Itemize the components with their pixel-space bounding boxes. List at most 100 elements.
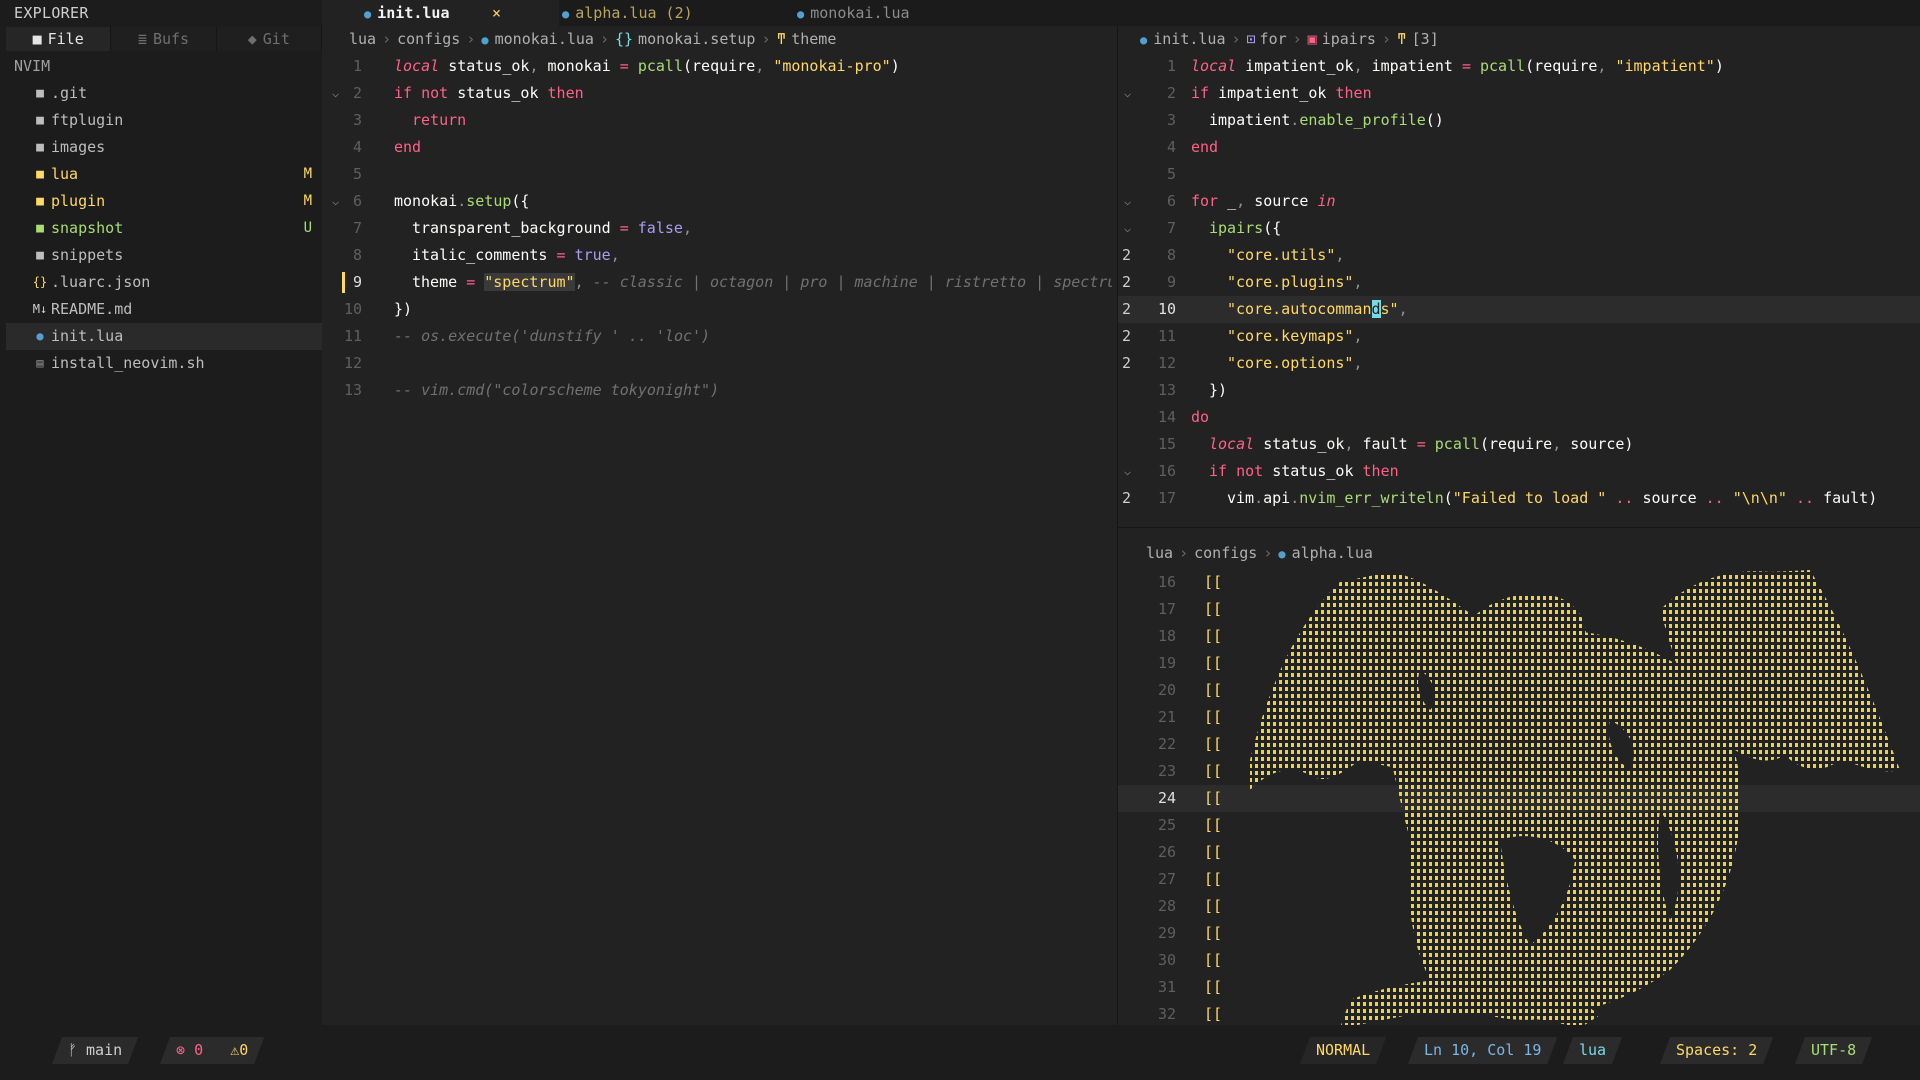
crumb[interactable]: monokai.setup bbox=[638, 30, 755, 48]
crumb[interactable]: monokai.lua bbox=[495, 30, 594, 48]
git-icon: ◆ bbox=[247, 30, 257, 48]
fold-icon[interactable]: ⌵ bbox=[1124, 215, 1131, 242]
line-number: 17 bbox=[1157, 600, 1176, 618]
crumb[interactable]: lua bbox=[349, 30, 376, 48]
code-line: 2 8 "core.utils", bbox=[1122, 246, 1345, 264]
file-explorer: EXPLORER ■ File ≣ Bufs ◆ Git NVIM ■ .git ■… bbox=[0, 0, 322, 1025]
horizontal-split[interactable] bbox=[1118, 527, 1920, 528]
folder-icon: ■ bbox=[36, 221, 44, 236]
code-line-current: 9 theme = "spectrum", -- classic | octago… bbox=[322, 269, 1117, 296]
code-line: 7 transparent_background = false, bbox=[352, 219, 692, 237]
line-text: [[ bbox=[1204, 843, 1223, 861]
line-number: 21 bbox=[1157, 708, 1176, 726]
crumb[interactable]: lua bbox=[1146, 544, 1173, 562]
tab-file[interactable]: ■ File bbox=[6, 27, 112, 51]
tab-label: init.lua bbox=[377, 4, 450, 22]
language-mode[interactable]: lua bbox=[1563, 1037, 1622, 1064]
tab-label: alpha.lua (2) bbox=[575, 4, 693, 22]
string-icon: ͳ bbox=[776, 30, 787, 48]
cursor: d bbox=[1371, 300, 1381, 318]
line-text: [[ bbox=[1204, 870, 1223, 888]
fold-icon[interactable]: ⌵ bbox=[1124, 188, 1131, 215]
code-line: 15 local status_ok, fault = pcall(require… bbox=[1157, 435, 1634, 453]
tab-git-label: Git bbox=[262, 30, 290, 48]
indentation[interactable]: Spaces: 2 bbox=[1660, 1037, 1773, 1064]
close-icon[interactable]: × bbox=[492, 0, 501, 26]
folder-icon: ■ bbox=[36, 86, 44, 101]
line-number: 19 bbox=[1157, 654, 1176, 672]
tab-monokai-lua[interactable]: ● monokai.lua bbox=[797, 0, 910, 26]
lua-icon: ● bbox=[364, 7, 372, 21]
tree-item[interactable]: ● init.lua bbox=[6, 323, 322, 350]
tab-alpha-lua[interactable]: ● alpha.lua (2) bbox=[562, 0, 693, 26]
code-line: 10}) bbox=[343, 300, 413, 318]
line-text: [[ bbox=[1204, 789, 1223, 807]
code-line: 5 bbox=[352, 165, 362, 183]
tree-item-label: snippets bbox=[51, 246, 124, 264]
fold-icon[interactable]: ⌵ bbox=[1124, 458, 1131, 485]
git-status-badge: U bbox=[303, 220, 312, 236]
tree-item[interactable]: ■ lua M bbox=[6, 161, 322, 188]
crumb[interactable]: for bbox=[1260, 30, 1287, 48]
branch-icon: ᚠ bbox=[68, 1041, 87, 1059]
cursor-position[interactable]: Ln 10, Col 19 bbox=[1408, 1037, 1557, 1064]
tab-file-label: File bbox=[47, 30, 84, 48]
line-text: [[ bbox=[1204, 1005, 1223, 1023]
lua-icon: ● bbox=[797, 7, 805, 21]
tree-item[interactable]: ■ ftplugin bbox=[6, 107, 322, 134]
line-number: 22 bbox=[1157, 735, 1176, 753]
lua-icon: ● bbox=[481, 33, 489, 47]
git-status-badge: M bbox=[303, 193, 312, 209]
tree-item[interactable]: ■ snippets bbox=[6, 242, 322, 269]
git-branch[interactable]: ᚠ main bbox=[52, 1037, 138, 1064]
code-line: 5 bbox=[1166, 165, 1176, 183]
tab-bufs[interactable]: ≣ Bufs bbox=[111, 27, 217, 51]
tab-git[interactable]: ◆ Git bbox=[216, 27, 322, 51]
encoding[interactable]: UTF-8 bbox=[1795, 1037, 1872, 1064]
tree-item[interactable]: ▤ install_neovim.sh bbox=[6, 350, 322, 377]
shell-file-icon: ▤ bbox=[36, 356, 44, 370]
tree-item[interactable]: ■ plugin M bbox=[6, 188, 322, 215]
tree-item-label: README.md bbox=[51, 300, 133, 318]
tree-item-label: init.lua bbox=[51, 327, 124, 345]
crumb[interactable]: init.lua bbox=[1153, 30, 1225, 48]
code-line: 2 12 "core.options", bbox=[1122, 354, 1363, 372]
code-line: 14 do bbox=[1157, 408, 1210, 426]
crumb[interactable]: ipairs bbox=[1322, 30, 1376, 48]
tree-item[interactable]: M↓ README.md bbox=[6, 296, 322, 323]
breadcrumb: ● init.lua › ⊡ for › ▣ ipairs › ͳ [3] bbox=[1140, 30, 1439, 48]
code-line: 3 return bbox=[352, 111, 467, 129]
crumb[interactable]: theme bbox=[791, 30, 836, 48]
editor-left[interactable]: 1 local status_ok, monokai = pcall(requir… bbox=[322, 53, 1117, 404]
tree-item[interactable]: {} .luarc.json bbox=[6, 269, 322, 296]
dragon-ascii-art bbox=[1250, 570, 1900, 1028]
editor-right-top[interactable]: 1 local impatient_ok, impatient = pcall(r… bbox=[1118, 53, 1920, 512]
tab-init-lua[interactable]: ● init.lua × bbox=[322, 0, 559, 26]
tree-item[interactable]: ■ images bbox=[6, 134, 322, 161]
crumb[interactable]: configs bbox=[397, 30, 460, 48]
explorer-title: EXPLORER bbox=[14, 4, 89, 22]
code-line: 1 local impatient_ok, impatient = pcall(r… bbox=[1166, 57, 1724, 75]
code-line: 12 bbox=[343, 354, 362, 372]
line-text: [[ bbox=[1204, 951, 1223, 969]
status-bar: ᚠ main ⊗ 0 ⚠0 NORMAL Ln 10, Col 19 lua S… bbox=[0, 1025, 1920, 1080]
line-text: [[ bbox=[1204, 708, 1223, 726]
line-number: 30 bbox=[1157, 951, 1176, 969]
lua-icon: ● bbox=[562, 7, 570, 21]
mode-indicator: NORMAL bbox=[1300, 1037, 1386, 1064]
warning-icon: ⚠ bbox=[230, 1041, 240, 1059]
line-number: 31 bbox=[1157, 978, 1176, 996]
code-line: 11 -- os.execute('dunstify ' .. 'loc') bbox=[343, 327, 711, 345]
git-status-badge: M bbox=[303, 166, 312, 182]
diagnostics[interactable]: ⊗ 0 ⚠0 bbox=[160, 1037, 264, 1064]
tree-item[interactable]: ■ .git bbox=[6, 80, 322, 107]
lua-file-icon: ● bbox=[36, 329, 44, 343]
buffers-icon: ≣ bbox=[137, 30, 147, 48]
tab-bar: ● init.lua × ● alpha.lua (2) ● monokai.lua bbox=[322, 0, 1920, 26]
tree-item[interactable]: ■ snapshot U bbox=[6, 215, 322, 242]
crumb[interactable]: [3] bbox=[1412, 30, 1439, 48]
folder-icon: ■ bbox=[36, 167, 44, 182]
code-line: ⌵ 6 monokai.setup({ bbox=[322, 188, 1117, 215]
code-line: 1 local status_ok, monokai = pcall(requir… bbox=[352, 57, 900, 75]
fold-icon[interactable]: ⌵ bbox=[1124, 80, 1131, 107]
